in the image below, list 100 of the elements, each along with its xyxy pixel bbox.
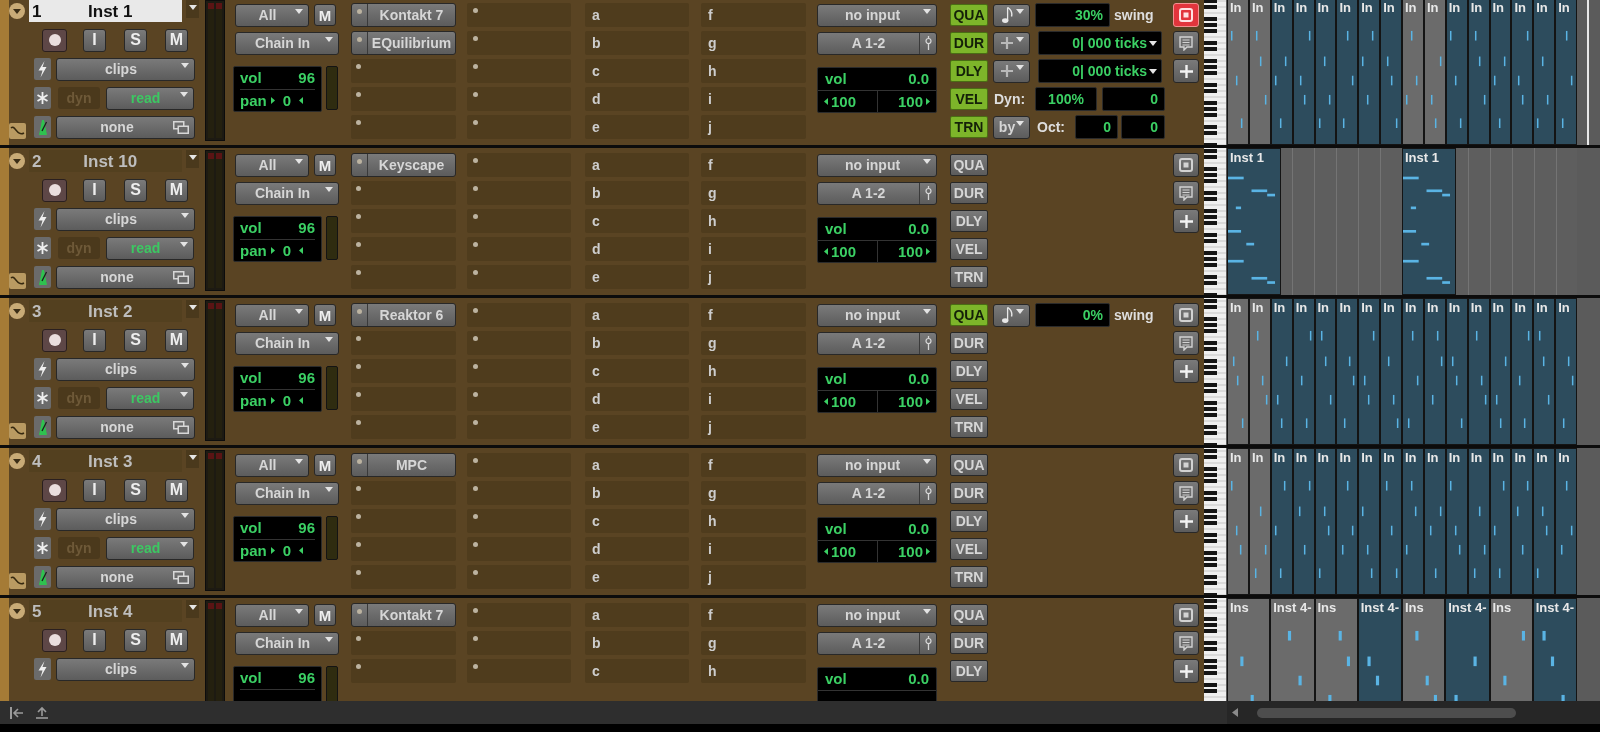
realtime-toggle-button[interactable] <box>1173 453 1199 477</box>
midi-clip[interactable]: In <box>1336 298 1359 445</box>
send-slot[interactable]: i <box>701 237 806 261</box>
note-value-dropdown[interactable] <box>993 303 1030 327</box>
realtime-property-button[interactable]: DLY <box>950 660 988 682</box>
record-arm-button[interactable] <box>42 28 67 52</box>
send-slot[interactable]: b <box>585 631 689 655</box>
midi-clip[interactable]: Inst 1 <box>1227 148 1282 295</box>
clips-dropdown[interactable]: clips <box>56 207 195 231</box>
input-dropdown[interactable]: no input <box>817 303 937 327</box>
metronome-icon[interactable] <box>34 266 51 288</box>
group-mute-button[interactable]: M <box>314 304 336 326</box>
send-slot[interactable]: d <box>585 387 689 411</box>
chain-dropdown[interactable]: Chain In <box>235 31 339 55</box>
output-volume-display[interactable]: vol 0.0 100 100 <box>817 217 937 263</box>
offset-mode-dropdown[interactable] <box>993 59 1030 83</box>
add-button[interactable] <box>1173 359 1199 383</box>
octave-field[interactable]: 0 <box>1075 115 1118 139</box>
send-slot[interactable]: j <box>701 115 806 139</box>
clips-dropdown[interactable]: clips <box>56 657 195 681</box>
midi-clip[interactable]: In <box>1292 0 1315 145</box>
lightning-icon[interactable] <box>34 358 51 380</box>
clips-dropdown[interactable]: clips <box>56 357 195 381</box>
midi-clip[interactable]: In <box>1489 448 1512 595</box>
realtime-property-button[interactable]: DUR <box>950 32 988 54</box>
collapse-toggle-icon[interactable] <box>9 153 25 169</box>
midi-clip[interactable]: In <box>1248 448 1271 595</box>
midi-clip[interactable]: In <box>1555 298 1577 445</box>
send-slot[interactable]: e <box>585 415 689 439</box>
ticks-field[interactable]: 0| 000 ticks <box>1038 31 1162 55</box>
midi-clip[interactable]: In <box>1467 0 1490 145</box>
realtime-property-button[interactable]: DUR <box>950 182 988 204</box>
output-volume-display[interactable]: vol 0.0 100 100 <box>817 67 937 113</box>
midi-clip[interactable]: In <box>1402 298 1424 445</box>
midi-clip[interactable]: In <box>1270 0 1293 145</box>
asterisk-icon[interactable] <box>34 87 51 109</box>
midi-clip[interactable]: In <box>1423 0 1446 145</box>
track-name-plate[interactable]: 3 Inst 2 <box>29 300 182 322</box>
midi-clip[interactable]: In <box>1270 448 1293 595</box>
send-slot[interactable]: b <box>585 331 689 355</box>
send-slot[interactable]: e <box>585 115 689 139</box>
realtime-property-button[interactable]: DUR <box>950 332 988 354</box>
realtime-property-button[interactable]: TRN <box>950 566 988 588</box>
mute-button[interactable]: M <box>165 628 188 652</box>
lightning-icon[interactable] <box>34 508 51 530</box>
realtime-property-button[interactable]: VEL <box>950 88 988 110</box>
velocity-field[interactable]: 100% <box>1035 87 1097 111</box>
realtime-property-button[interactable]: DLY <box>950 60 988 82</box>
send-slot[interactable]: a <box>585 303 689 327</box>
realtime-property-button[interactable]: TRN <box>950 266 988 288</box>
input-monitor-button[interactable]: I <box>83 28 106 52</box>
volume-pan-display[interactable]: vol 96 <box>233 666 322 701</box>
solo-button[interactable]: S <box>124 28 147 52</box>
midi-clip[interactable]: Inst 1 <box>1402 148 1457 295</box>
midi-clip[interactable]: In <box>1467 298 1490 445</box>
ticks-field[interactable]: 0| 000 ticks <box>1038 59 1162 83</box>
send-slot[interactable]: c <box>585 359 689 383</box>
send-slot[interactable]: c <box>585 209 689 233</box>
record-arm-button[interactable] <box>42 328 67 352</box>
insert-plugin-button[interactable]: Keyscape <box>351 153 456 177</box>
mute-button[interactable]: M <box>165 178 188 202</box>
send-slot[interactable]: f <box>701 303 806 327</box>
volume-pan-display[interactable]: vol 96 pan 0 <box>233 216 322 262</box>
comp-dropdown[interactable]: none <box>56 565 195 589</box>
clips-dropdown[interactable]: clips <box>56 57 195 81</box>
realtime-property-button[interactable]: VEL <box>950 388 988 410</box>
input-monitor-button[interactable]: I <box>83 328 106 352</box>
send-slot[interactable]: g <box>701 631 806 655</box>
send-slot[interactable]: i <box>701 387 806 411</box>
send-slot[interactable]: h <box>701 509 806 533</box>
input-dropdown[interactable]: no input <box>817 603 937 627</box>
insert-plugin-button[interactable]: EQuilibrium <box>351 31 456 55</box>
midi-clip[interactable]: In <box>1533 298 1556 445</box>
output-button[interactable]: A 1-2 <box>817 31 937 55</box>
asterisk-icon[interactable] <box>34 237 51 259</box>
midi-clip[interactable]: In <box>1445 0 1468 145</box>
asterisk-icon[interactable] <box>34 387 51 409</box>
midi-clip[interactable]: In <box>1402 448 1424 595</box>
group-mute-button[interactable]: M <box>314 154 336 176</box>
realtime-property-button[interactable]: DUR <box>950 482 988 504</box>
comments-button[interactable] <box>1173 331 1199 355</box>
midi-clip[interactable]: Inst 4- <box>1357 598 1402 701</box>
midi-clip[interactable]: In <box>1336 448 1359 595</box>
send-slot[interactable]: h <box>701 659 806 683</box>
group-dropdown[interactable]: All <box>235 453 309 477</box>
mute-button[interactable]: M <box>165 328 188 352</box>
group-dropdown[interactable]: All <box>235 303 309 327</box>
velocity-offset-field[interactable]: 0 <box>1102 87 1165 111</box>
midi-clip[interactable]: In <box>1555 448 1577 595</box>
realtime-toggle-button[interactable] <box>1173 303 1199 327</box>
chain-dropdown[interactable]: Chain In <box>235 181 339 205</box>
track-options-button[interactable] <box>186 0 199 18</box>
midi-clip[interactable]: In <box>1555 0 1577 145</box>
midi-clip[interactable]: Ins <box>1402 598 1446 701</box>
note-value-dropdown[interactable] <box>993 3 1030 27</box>
output-button[interactable]: A 1-2 <box>817 181 937 205</box>
curve-icon[interactable] <box>9 573 26 589</box>
midi-clip[interactable]: In <box>1533 0 1556 145</box>
realtime-toggle-button[interactable] <box>1173 603 1199 627</box>
send-slot[interactable]: j <box>701 415 806 439</box>
